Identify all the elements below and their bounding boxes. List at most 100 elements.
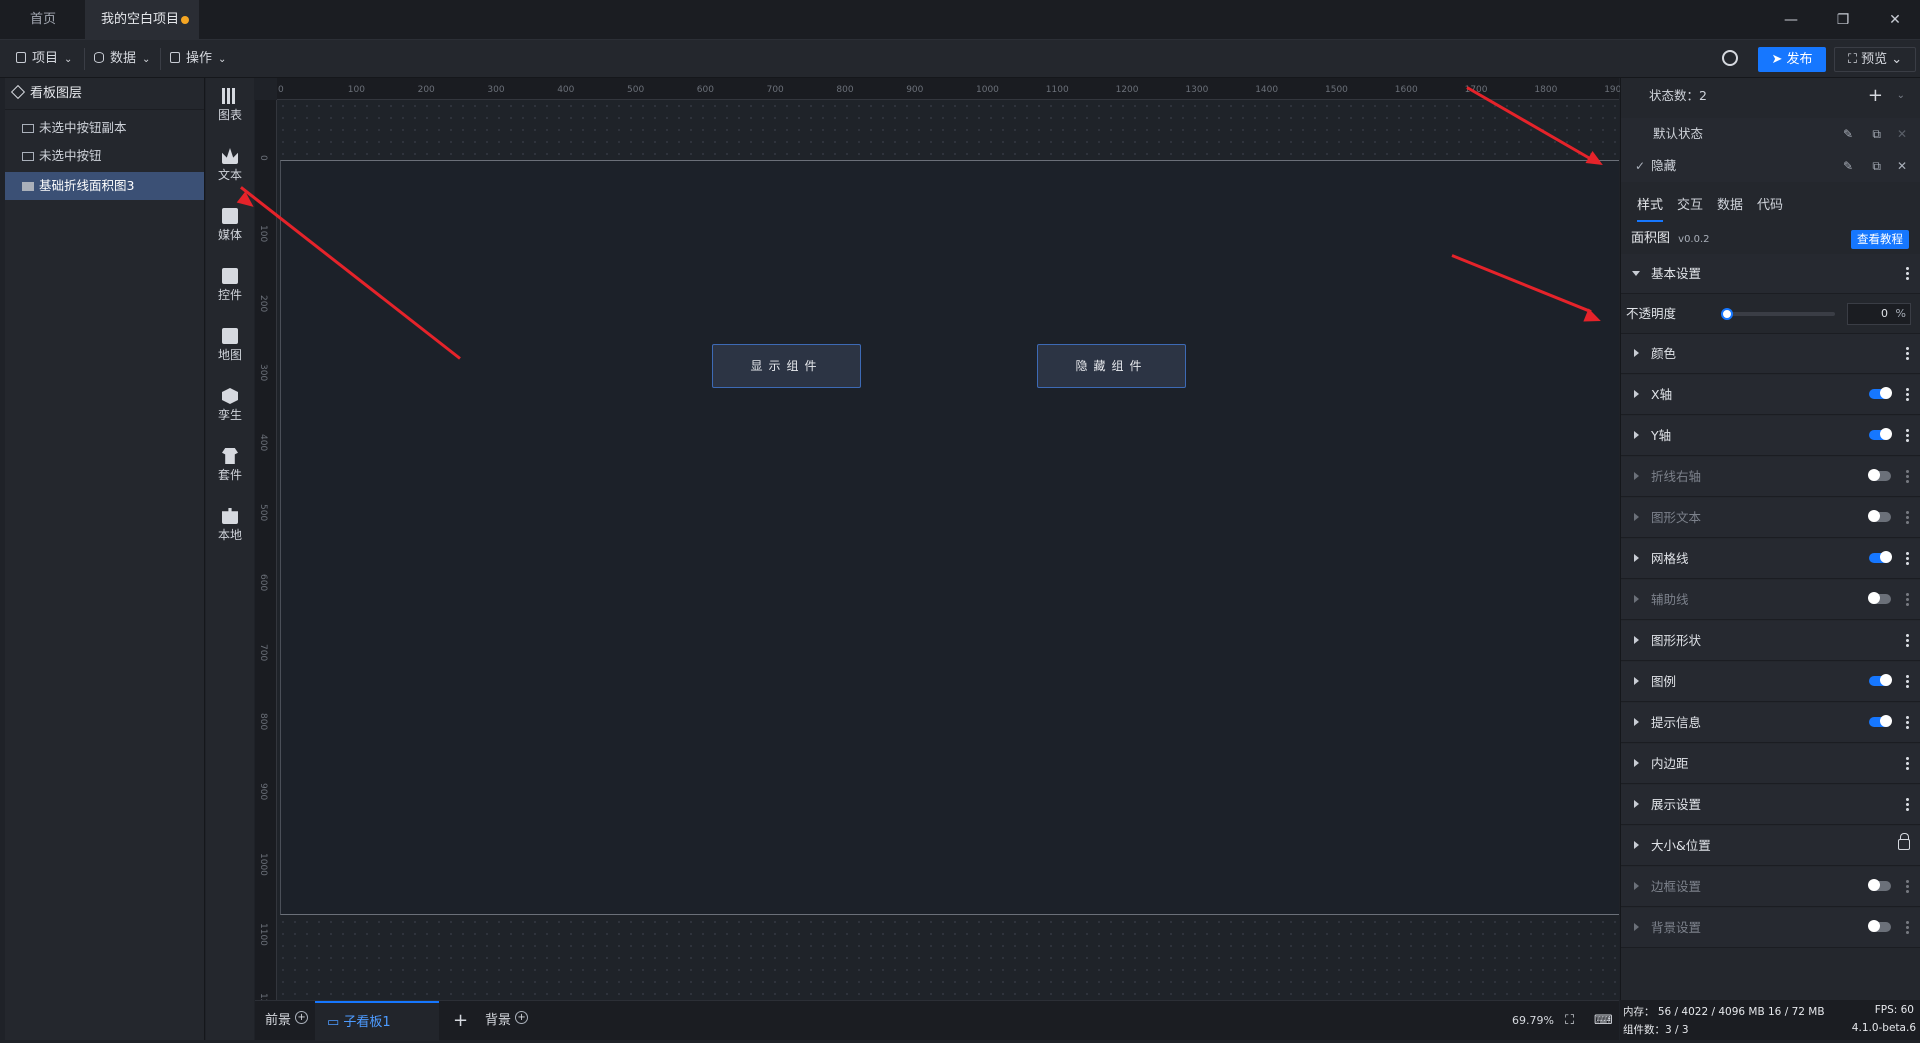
- hide-component-button[interactable]: 隐藏组件: [1037, 344, 1186, 388]
- toggle-switch[interactable]: [1868, 920, 1891, 932]
- add-circle-icon[interactable]: +: [515, 1011, 529, 1024]
- more-icon[interactable]: [1906, 674, 1909, 689]
- restore-icon[interactable]: ❐: [1818, 0, 1868, 40]
- add-circle-icon[interactable]: +: [295, 1011, 309, 1024]
- category-control[interactable]: 控件: [206, 268, 254, 328]
- section-item[interactable]: 折线右轴: [1621, 457, 1920, 497]
- toggle-switch[interactable]: [1869, 674, 1892, 686]
- section-basic-settings[interactable]: 基本设置: [1621, 254, 1920, 294]
- layer-item-selected[interactable]: 基础折线面积图3: [5, 172, 204, 200]
- toggle-switch[interactable]: [1868, 510, 1891, 522]
- chevron-down-icon[interactable]: ⌄: [1897, 78, 1905, 114]
- edit-icon[interactable]: ✎: [1843, 118, 1853, 150]
- section-item[interactable]: 内边距: [1621, 744, 1920, 784]
- menu-data[interactable]: 数据 ⌄: [86, 46, 158, 72]
- tab-project[interactable]: 我的空白项目: [85, 0, 199, 40]
- tab-data[interactable]: 数据: [1717, 190, 1743, 222]
- more-icon[interactable]: [1906, 387, 1909, 402]
- category-map[interactable]: 地图: [206, 328, 254, 388]
- opacity-slider[interactable]: [1723, 312, 1835, 316]
- category-media[interactable]: 媒体: [206, 208, 254, 268]
- category-label: 本地: [217, 528, 242, 542]
- more-icon[interactable]: [1906, 551, 1909, 566]
- opacity-input[interactable]: 0%: [1847, 303, 1911, 325]
- toggle-switch[interactable]: [1869, 428, 1892, 440]
- toggle-switch[interactable]: [1869, 387, 1892, 399]
- more-icon[interactable]: [1906, 266, 1909, 281]
- section-item[interactable]: X轴: [1621, 375, 1920, 415]
- toggle-switch[interactable]: [1868, 592, 1891, 604]
- delete-icon[interactable]: ✕: [1897, 150, 1907, 182]
- section-item[interactable]: 展示设置: [1621, 785, 1920, 825]
- edit-icon[interactable]: ✎: [1843, 150, 1853, 182]
- tab-subboard[interactable]: ▭ 子看板1: [315, 1001, 439, 1041]
- section-item[interactable]: 颜色: [1621, 334, 1920, 374]
- more-icon[interactable]: [1906, 592, 1909, 607]
- tab-style[interactable]: 样式: [1637, 190, 1664, 222]
- opacity-slider-handle[interactable]: [1721, 308, 1733, 320]
- tab-home[interactable]: 首页: [14, 0, 84, 40]
- zoom-level[interactable]: 69.79%: [1512, 1001, 1554, 1041]
- category-local[interactable]: 本地: [206, 508, 254, 568]
- section-item[interactable]: 图形文本: [1621, 498, 1920, 538]
- more-icon[interactable]: [1906, 797, 1909, 812]
- layer-item[interactable]: 未选中按钮副本: [5, 114, 204, 142]
- section-item[interactable]: 辅助线: [1621, 580, 1920, 620]
- section-item[interactable]: 边框设置: [1621, 867, 1920, 907]
- more-icon[interactable]: [1906, 633, 1909, 648]
- more-icon[interactable]: [1906, 510, 1909, 525]
- add-board-icon[interactable]: +: [453, 1001, 468, 1041]
- ruler-tick-label: 500: [627, 85, 645, 95]
- section-item[interactable]: 图例: [1621, 662, 1920, 702]
- section-item[interactable]: 大小&位置: [1621, 826, 1920, 866]
- more-icon[interactable]: [1906, 469, 1909, 484]
- tab-code[interactable]: 代码: [1757, 190, 1783, 222]
- more-icon[interactable]: [1906, 756, 1909, 771]
- database-icon: [94, 52, 104, 63]
- section-item[interactable]: 提示信息: [1621, 703, 1920, 743]
- keyboard-icon[interactable]: ⌨: [1594, 1001, 1613, 1041]
- board-canvas[interactable]: 显示组件 隐藏组件: [280, 160, 1619, 915]
- add-state-icon[interactable]: +: [1868, 78, 1883, 114]
- tab-interaction[interactable]: 交互: [1677, 190, 1703, 222]
- menu-operate[interactable]: 操作 ⌄: [162, 46, 234, 72]
- copy-icon[interactable]: ⧉: [1872, 118, 1881, 150]
- more-icon[interactable]: [1906, 346, 1909, 361]
- delete-icon[interactable]: ✕: [1897, 118, 1907, 150]
- tab-background[interactable]: 背景 +: [485, 1001, 529, 1041]
- tab-foreground[interactable]: 前景 +: [265, 1001, 309, 1041]
- section-item[interactable]: 网格线: [1621, 539, 1920, 579]
- layer-item[interactable]: 未选中按钮: [5, 142, 204, 170]
- state-item-default[interactable]: 默认状态 ✎ ⧉ ✕: [1621, 118, 1920, 150]
- show-component-button[interactable]: 显示组件: [712, 344, 861, 388]
- section-item[interactable]: 图形形状: [1621, 621, 1920, 661]
- toggle-switch[interactable]: [1869, 551, 1892, 563]
- category-kit[interactable]: 套件: [206, 448, 254, 508]
- toggle-switch[interactable]: [1869, 715, 1892, 727]
- ruler-tick-label: 1200: [1115, 85, 1139, 95]
- preview-button[interactable]: ⛶ 预览 ⌄: [1834, 47, 1916, 72]
- menu-project[interactable]: 项目 ⌄: [8, 46, 80, 72]
- tutorial-button[interactable]: 查看教程: [1851, 230, 1909, 249]
- minimize-icon[interactable]: —: [1766, 0, 1816, 40]
- toggle-switch[interactable]: [1868, 469, 1891, 481]
- more-icon[interactable]: [1906, 920, 1909, 935]
- more-icon[interactable]: [1906, 428, 1909, 443]
- state-item-hidden[interactable]: ✓ 隐藏 ✎ ⧉ ✕: [1621, 150, 1920, 182]
- camera-icon: [222, 208, 238, 224]
- category-chart[interactable]: 图表: [206, 88, 254, 148]
- toggle-switch[interactable]: [1868, 879, 1891, 891]
- section-item[interactable]: Y轴: [1621, 416, 1920, 456]
- copy-icon[interactable]: ⧉: [1872, 150, 1881, 182]
- section-label: 大小&位置: [1651, 838, 1711, 853]
- publish-button[interactable]: ➤ 发布: [1758, 47, 1826, 72]
- more-icon[interactable]: [1906, 715, 1909, 730]
- section-label: X轴: [1651, 387, 1673, 402]
- fit-screen-icon[interactable]: ⛶: [1565, 1001, 1574, 1041]
- section-item[interactable]: 背景设置: [1621, 908, 1920, 948]
- lock-icon[interactable]: [1898, 833, 1910, 850]
- search-icon[interactable]: [1722, 50, 1738, 66]
- category-twin[interactable]: 孪生: [206, 388, 254, 448]
- close-icon[interactable]: ✕: [1870, 0, 1920, 40]
- more-icon[interactable]: [1906, 879, 1909, 894]
